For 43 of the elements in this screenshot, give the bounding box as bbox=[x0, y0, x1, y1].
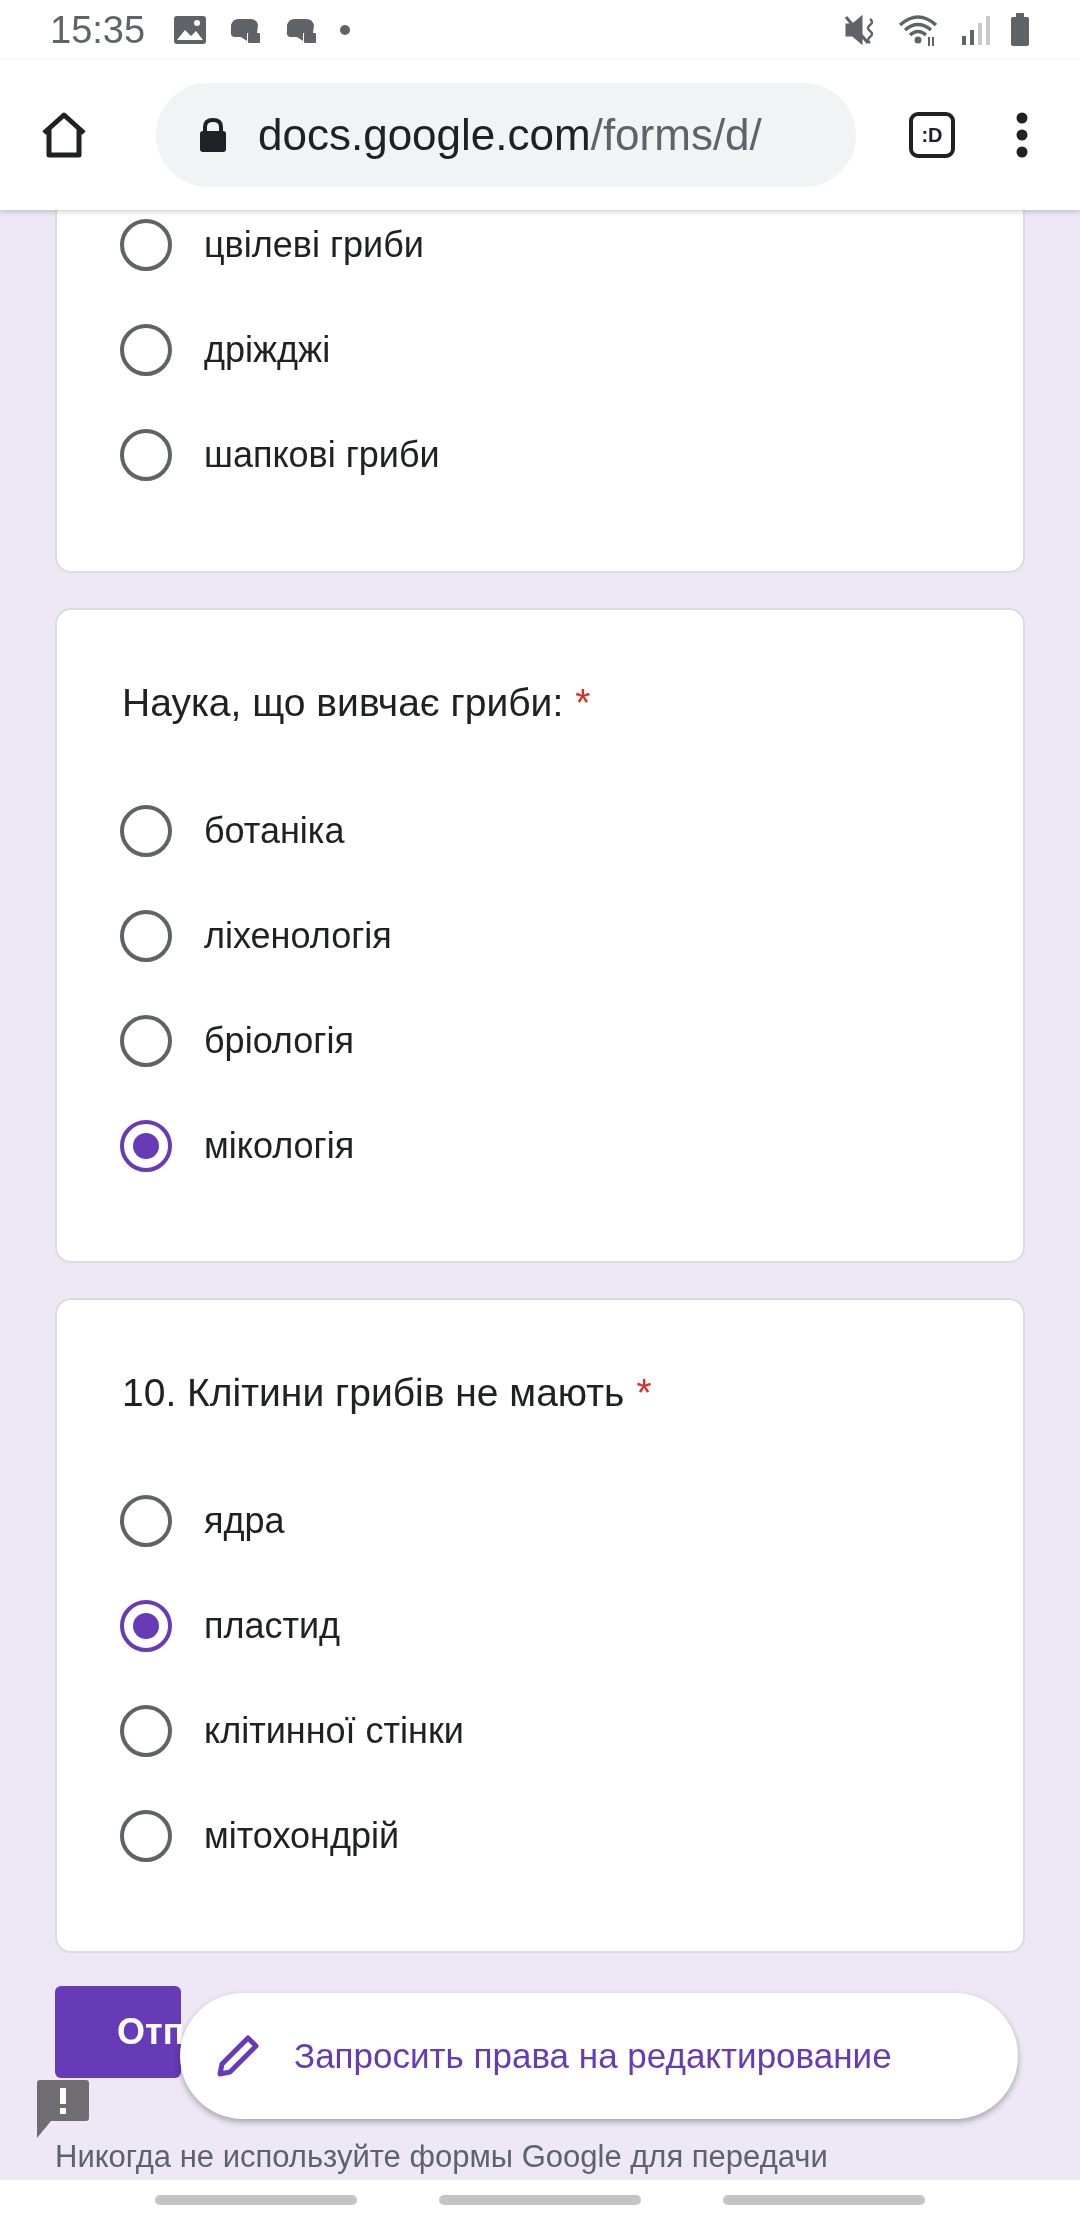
radio-button[interactable] bbox=[120, 1809, 172, 1862]
radio-button[interactable] bbox=[120, 1014, 172, 1067]
option-label: дріжджі bbox=[204, 328, 331, 371]
request-edit-button[interactable]: Запросить права на редактирование bbox=[180, 1993, 1018, 2119]
radio-button[interactable] bbox=[120, 1119, 172, 1172]
nav-handle[interactable] bbox=[439, 2195, 641, 2205]
radio-button[interactable] bbox=[120, 323, 172, 376]
lock-icon bbox=[198, 117, 228, 153]
radio-button[interactable] bbox=[120, 428, 172, 481]
dot-icon bbox=[339, 24, 352, 36]
option-label: ядра bbox=[204, 1499, 285, 1542]
wifi-icon bbox=[898, 13, 940, 47]
radio-button[interactable] bbox=[120, 1704, 172, 1757]
nav-handle[interactable] bbox=[155, 2195, 357, 2205]
option-label: ботаніка bbox=[204, 809, 345, 852]
battery-icon bbox=[1010, 13, 1030, 47]
tab-switcher-button[interactable]: :D bbox=[909, 112, 955, 158]
image-icon bbox=[173, 15, 208, 45]
footer-text: Никогда не используйте формы Google для передачи bbox=[55, 2140, 829, 2174]
required-asterisk: * bbox=[636, 1371, 652, 1414]
required-asterisk: * bbox=[575, 681, 591, 724]
radio-button[interactable] bbox=[120, 1599, 172, 1652]
status-time: 15:35 bbox=[50, 8, 146, 52]
question-title: Наука, що вивчає гриби: bbox=[122, 681, 564, 724]
radio-button[interactable] bbox=[120, 909, 172, 962]
option-label: клітинної стінки bbox=[204, 1709, 464, 1752]
option-label: шапкові гриби bbox=[204, 433, 440, 476]
option-label: бріологія bbox=[204, 1019, 354, 1062]
nav-handle[interactable] bbox=[723, 2195, 925, 2205]
option-label: пластид bbox=[204, 1604, 341, 1647]
option-label: мікологія bbox=[204, 1124, 355, 1167]
radio-button[interactable] bbox=[120, 218, 172, 271]
address-bar[interactable]: docs.google.com/forms/d/ bbox=[156, 83, 856, 187]
url-text: docs.google.com/forms/d/ bbox=[258, 110, 762, 160]
option-label: цвілеві гриби bbox=[204, 223, 424, 266]
question-title: 10. Клітини грибів не мають bbox=[122, 1371, 625, 1414]
more-icon[interactable] bbox=[1015, 112, 1029, 158]
option-label: ліхенологія bbox=[204, 914, 392, 957]
radio-button[interactable] bbox=[120, 1494, 172, 1547]
report-icon[interactable] bbox=[37, 2080, 89, 2138]
radio-button[interactable] bbox=[120, 804, 172, 857]
signal-icon bbox=[960, 14, 990, 46]
option-label: мітохондрій bbox=[204, 1814, 400, 1857]
